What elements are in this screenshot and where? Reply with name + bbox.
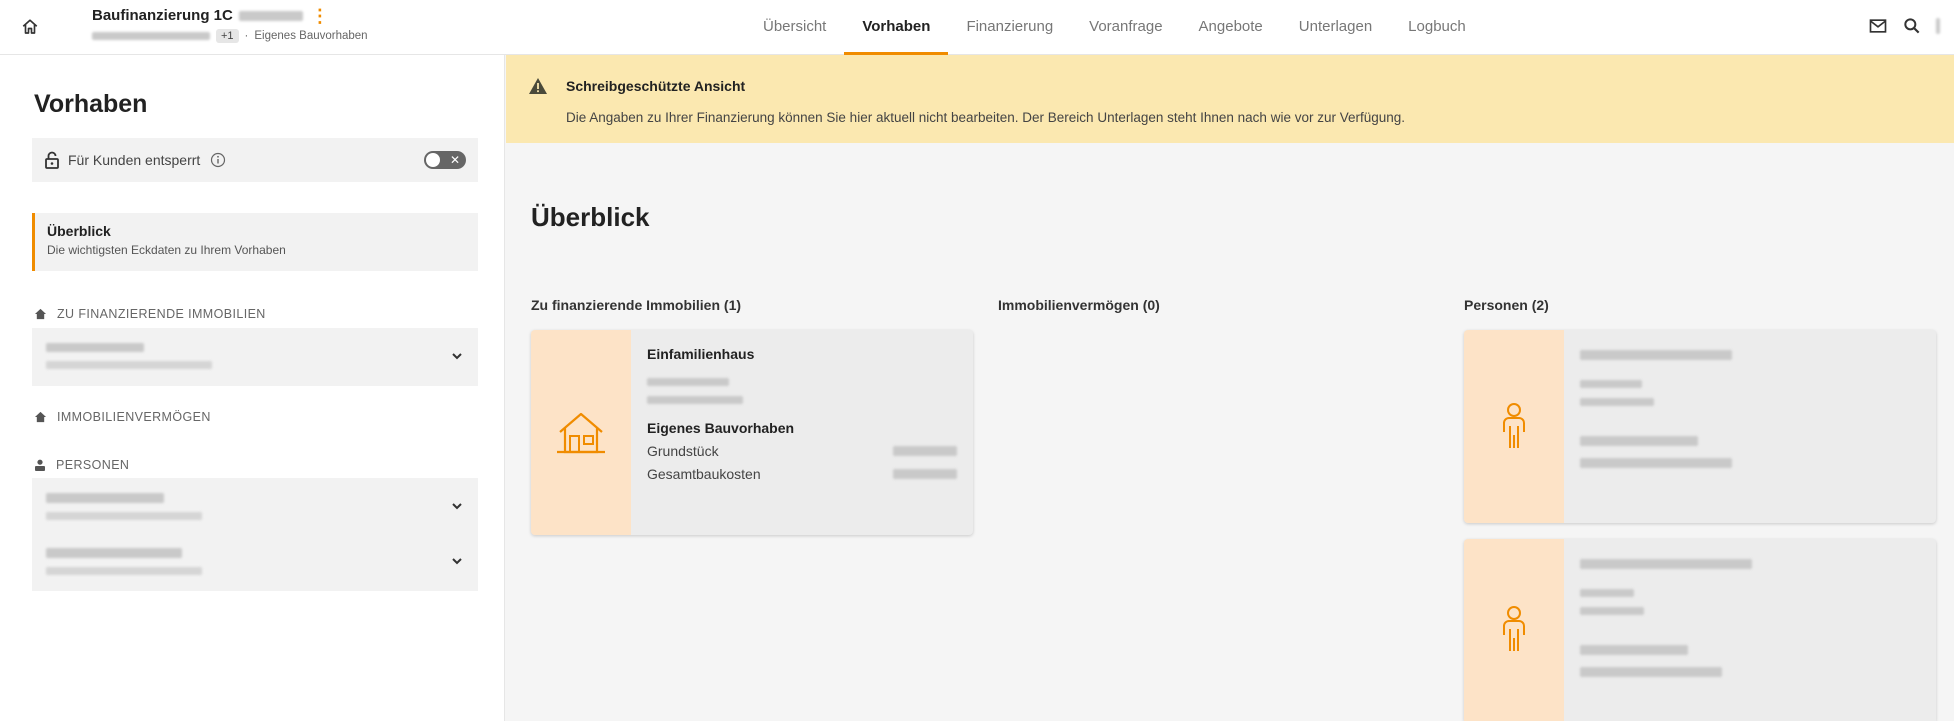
person-card[interactable] xyxy=(1464,330,1936,523)
page-title: Überblick xyxy=(531,202,650,232)
person-card-icon-area xyxy=(1464,539,1564,721)
home-button[interactable] xyxy=(18,15,42,39)
redacted-person-name xyxy=(46,493,164,503)
redacted-person-name xyxy=(1580,350,1732,360)
redacted-person-status xyxy=(1580,607,1644,615)
customer-lock-row: Für Kunden entsperrt ✕ xyxy=(32,138,478,182)
case-title[interactable]: Baufinanzierung 1C ⋮ xyxy=(92,7,368,25)
top-bar: Baufinanzierung 1C ⋮ +1 · Eigenes Bauvor… xyxy=(0,0,1954,55)
redacted-city xyxy=(647,396,743,404)
case-title-text: Baufinanzierung 1C xyxy=(92,7,233,24)
sidebar-item-ueberblick[interactable]: Überblick Die wichtigsten Eckdaten zu Ih… xyxy=(32,213,478,271)
kv-label: Gesamtbaukosten xyxy=(647,466,761,482)
redacted-phone xyxy=(1580,436,1698,446)
chevron-down-icon[interactable] xyxy=(450,554,464,568)
section-label: ZU FINANZIERENDE IMMOBILIEN xyxy=(57,307,266,321)
mail-icon[interactable] xyxy=(1868,16,1888,36)
column-header-vermoegen: Immobilienvermögen (0) xyxy=(998,297,1160,313)
property-card-icon-area xyxy=(531,330,631,535)
house-icon xyxy=(34,411,47,423)
read-only-banner: Schreibgeschützte Ansicht Die Angaben zu… xyxy=(506,55,1954,143)
tab-angebote[interactable]: Angebote xyxy=(1181,0,1281,55)
warning-icon xyxy=(529,78,547,94)
redacted-phone xyxy=(1580,645,1688,655)
kebab-menu-icon[interactable]: ⋮ xyxy=(311,7,329,25)
sidebar: Vorhaben Für Kunden entsperrt ✕ Überblic… xyxy=(0,55,505,721)
overview-subtitle: Die wichtigsten Eckdaten zu Ihrem Vorhab… xyxy=(47,243,286,257)
section-label: IMMOBILIENVERMÖGEN xyxy=(57,410,211,424)
case-subline: +1 · Eigenes Bauvorhaben xyxy=(92,29,368,43)
kv-row-gesamtbaukosten: Gesamtbaukosten xyxy=(647,466,957,482)
main-nav: Übersicht Vorhaben Finanzierung Voranfra… xyxy=(745,0,1484,55)
top-right-actions xyxy=(1868,16,1940,36)
toggle-off-icon: ✕ xyxy=(449,153,460,167)
tab-uebersicht[interactable]: Übersicht xyxy=(745,0,844,55)
section-label: PERSONEN xyxy=(56,458,130,472)
redacted-person-role xyxy=(46,512,202,520)
kv-row-grundstueck: Grundstück xyxy=(647,443,957,459)
sidebar-property-item[interactable] xyxy=(32,328,478,386)
redacted-person-status xyxy=(1580,398,1654,406)
redacted-person-name xyxy=(46,548,182,558)
tab-voranfrage[interactable]: Voranfrage xyxy=(1071,0,1180,55)
property-card-body: Einfamilienhaus Eigenes Bauvorhaben Grun… xyxy=(631,330,973,535)
redacted-property-name xyxy=(46,343,144,352)
banner-title: Schreibgeschützte Ansicht xyxy=(566,78,746,94)
home-icon xyxy=(22,19,38,34)
redacted-customer-name xyxy=(92,32,210,40)
person-card-body xyxy=(1564,539,1936,721)
search-icon[interactable] xyxy=(1902,16,1922,36)
redacted-case-number xyxy=(238,10,303,21)
case-title-block: Baufinanzierung 1C ⋮ +1 · Eigenes Bauvor… xyxy=(92,7,368,43)
house-icon xyxy=(34,308,47,320)
redacted-email xyxy=(1580,458,1732,468)
section-header-vermoegen: IMMOBILIENVERMÖGEN xyxy=(34,410,211,424)
property-card[interactable]: Einfamilienhaus Eigenes Bauvorhaben Grun… xyxy=(531,330,973,535)
chevron-down-icon[interactable] xyxy=(450,499,464,513)
redacted-street xyxy=(647,378,729,386)
lock-label: Für Kunden entsperrt xyxy=(68,152,201,168)
redacted-amount xyxy=(893,446,957,456)
house-outline-icon xyxy=(557,412,605,453)
sidebar-title: Vorhaben xyxy=(34,90,148,118)
project-type: Eigenes Bauvorhaben xyxy=(647,420,795,436)
kv-label: Grundstück xyxy=(647,443,719,459)
tab-finanzierung[interactable]: Finanzierung xyxy=(948,0,1071,55)
project-type-label: Eigenes Bauvorhaben xyxy=(254,30,368,42)
overview-title: Überblick xyxy=(47,223,111,239)
sidebar-person-item[interactable] xyxy=(32,533,478,591)
tab-unterlagen[interactable]: Unterlagen xyxy=(1281,0,1390,55)
person-icon xyxy=(35,459,45,471)
person-outline-icon xyxy=(1503,402,1525,448)
lock-icon xyxy=(45,151,59,169)
column-header-personen: Personen (2) xyxy=(1464,297,1549,313)
redacted-property-address xyxy=(46,361,212,369)
redacted-user-menu[interactable] xyxy=(1936,18,1940,34)
subline-separator: · xyxy=(244,30,249,42)
person-card-body xyxy=(1564,330,1936,523)
person-card[interactable] xyxy=(1464,539,1936,721)
person-outline-icon xyxy=(1503,606,1525,651)
tab-logbuch[interactable]: Logbuch xyxy=(1390,0,1484,55)
more-customers-badge[interactable]: +1 xyxy=(216,29,239,43)
property-type: Einfamilienhaus xyxy=(647,346,755,362)
redacted-person-age xyxy=(1580,380,1642,388)
customer-unlock-toggle[interactable]: ✕ xyxy=(424,151,466,169)
sidebar-person-item[interactable] xyxy=(32,478,478,536)
redacted-email xyxy=(1580,667,1722,677)
toggle-knob xyxy=(426,153,440,167)
tab-vorhaben[interactable]: Vorhaben xyxy=(844,0,949,55)
chevron-down-icon[interactable] xyxy=(450,349,464,363)
redacted-person-role xyxy=(46,567,202,575)
banner-text: Die Angaben zu Ihrer Finanzierung können… xyxy=(566,110,1406,125)
redacted-amount xyxy=(893,469,957,479)
section-header-immobilien: ZU FINANZIERENDE IMMOBILIEN xyxy=(34,307,266,321)
column-header-immobilien: Zu finanzierende Immobilien (1) xyxy=(531,297,742,313)
section-header-personen: PERSONEN xyxy=(34,458,129,472)
person-card-icon-area xyxy=(1464,330,1564,523)
info-icon[interactable] xyxy=(210,152,226,168)
redacted-person-age xyxy=(1580,589,1634,597)
redacted-person-name xyxy=(1580,559,1752,569)
